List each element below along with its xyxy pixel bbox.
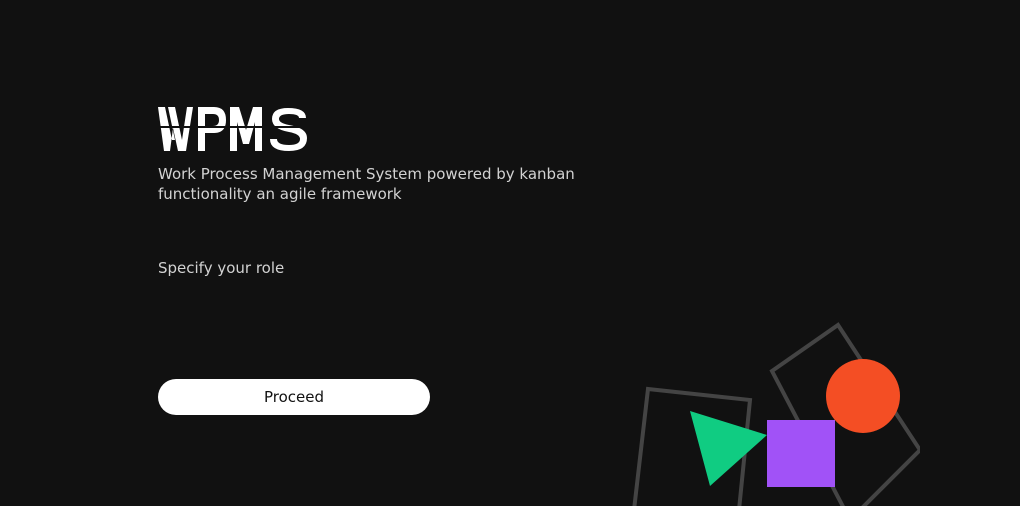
- green-triangle: [690, 411, 767, 486]
- decorative-shapes: [632, 322, 920, 506]
- orange-circle: [826, 359, 900, 433]
- proceed-button[interactable]: Proceed: [158, 379, 430, 415]
- wpms-logo: [158, 107, 308, 151]
- role-label: Specify your role: [158, 259, 285, 277]
- app-subtitle: Work Process Management System powered b…: [158, 165, 575, 203]
- purple-square: [767, 420, 835, 487]
- welcome-page: Work Process Management System powered b…: [0, 0, 1020, 506]
